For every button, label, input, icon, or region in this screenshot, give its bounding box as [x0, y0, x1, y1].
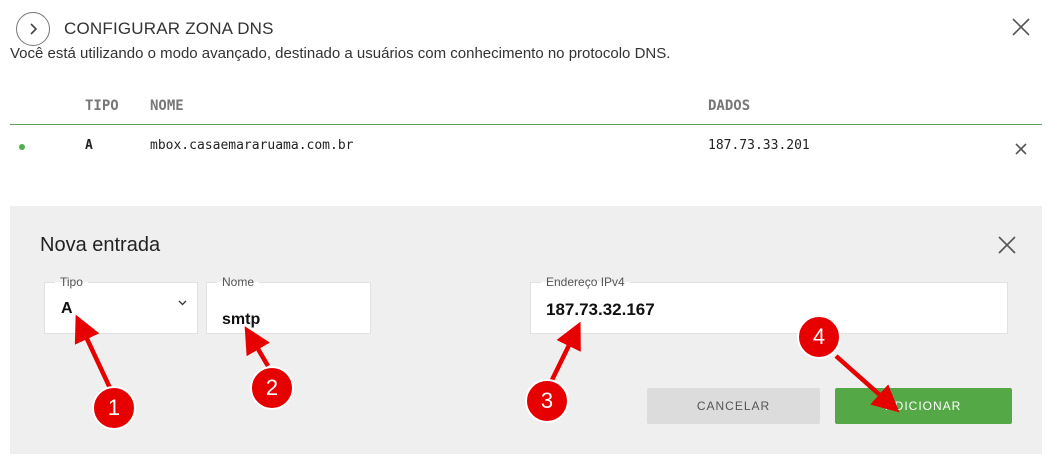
annotation-marker-4: 4 — [797, 315, 841, 359]
annotation-arrows — [74, 314, 900, 413]
annotation-marker-1: 1 — [92, 386, 136, 430]
annotation-marker-2: 2 — [250, 366, 294, 410]
arrow-1 — [74, 314, 113, 389]
arrow-4 — [834, 354, 900, 413]
arrow-2 — [244, 326, 270, 368]
arrow-3 — [549, 321, 581, 381]
annotation-marker-3: 3 — [525, 379, 569, 423]
